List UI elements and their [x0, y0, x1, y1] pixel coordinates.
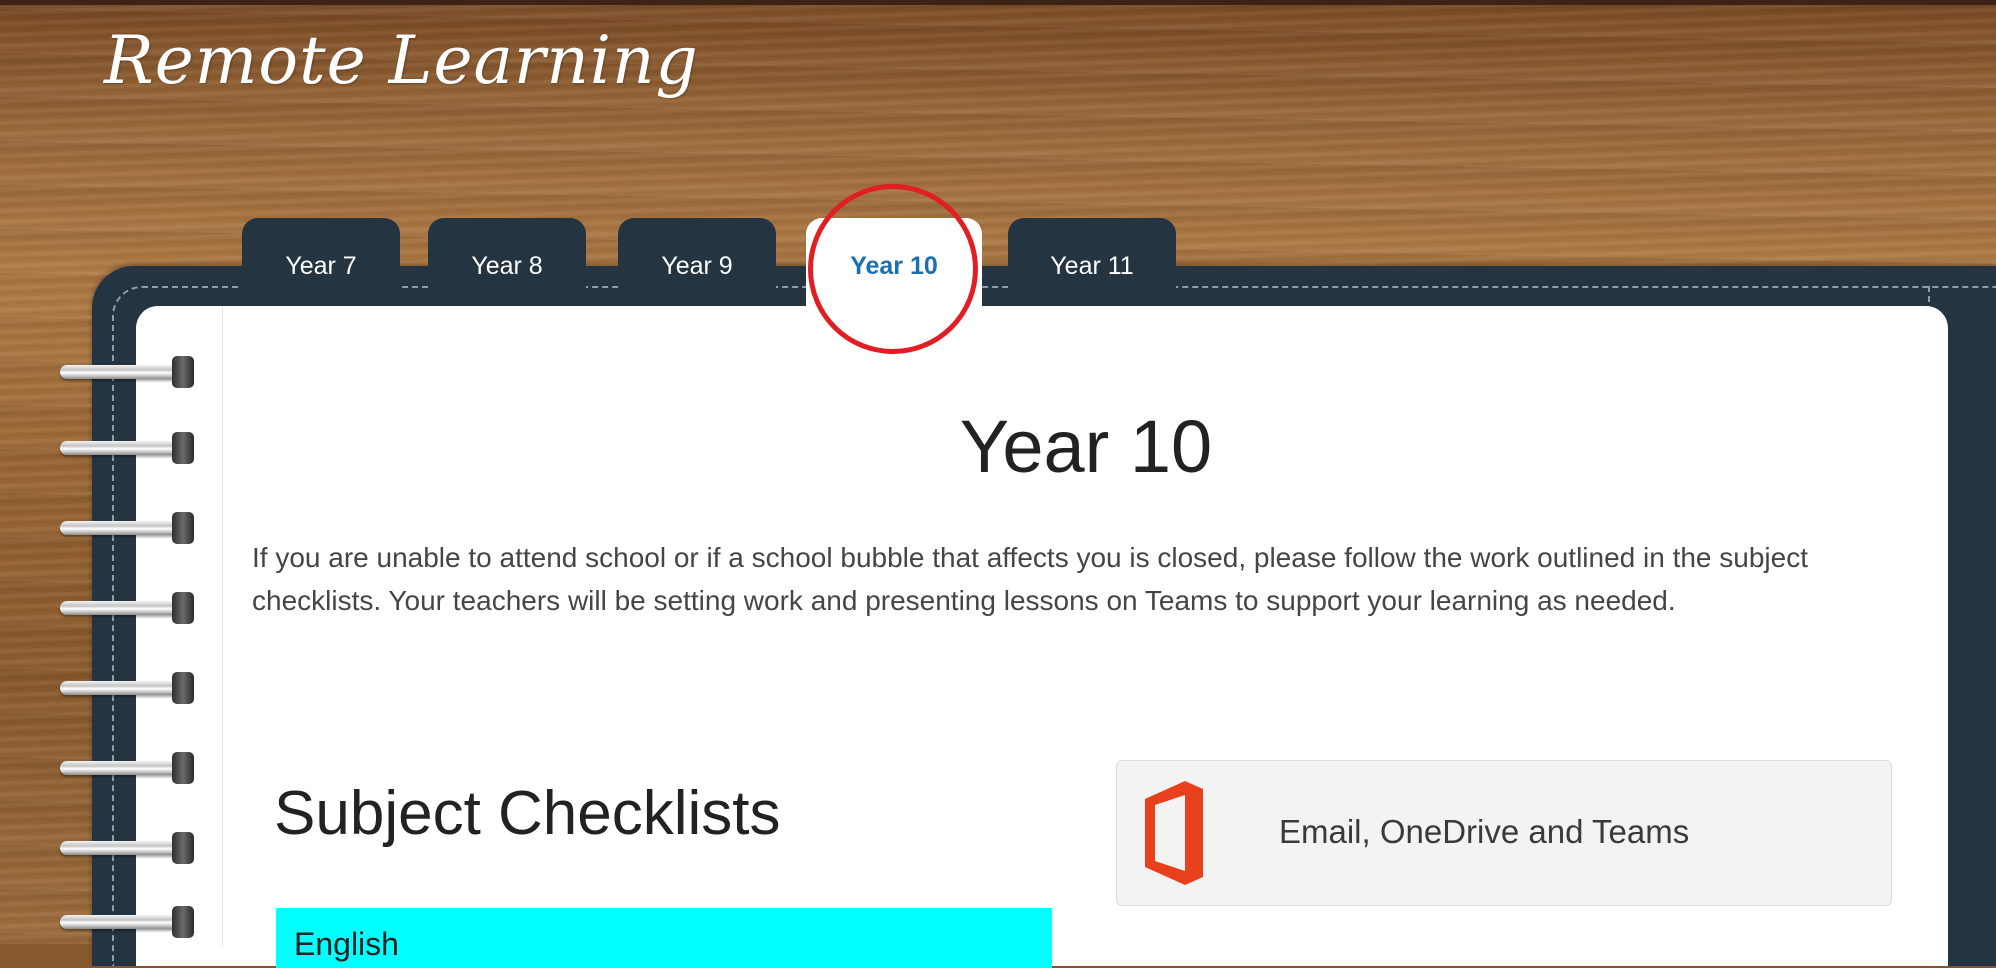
tab-year-7[interactable]: Year 7 [242, 218, 400, 308]
subject-english-label: English [294, 926, 399, 962]
office-icon [1145, 781, 1203, 885]
site-title: Remote Learning [104, 22, 699, 99]
spiral-ring [60, 672, 200, 704]
spiral-ring [60, 592, 200, 624]
spiral-ring [60, 906, 200, 938]
office-links-button[interactable]: Email, OneDrive and Teams [1116, 760, 1892, 906]
spiral-ring [60, 356, 200, 388]
tab-year-9[interactable]: Year 9 [618, 218, 776, 308]
top-edge [0, 0, 1996, 5]
tab-year-10[interactable]: Year 10 [806, 218, 982, 308]
subject-english-accordion[interactable]: English [276, 908, 1052, 968]
spiral-ring [60, 512, 200, 544]
intro-paragraph: If you are unable to attend school or if… [252, 542, 1808, 616]
spiral-ring [60, 832, 200, 864]
subject-checklists-heading: Subject Checklists [274, 779, 781, 848]
tab-year-8[interactable]: Year 8 [428, 218, 586, 308]
page-heading: Year 10 [959, 405, 1213, 488]
office-links-label: Email, OneDrive and Teams [1279, 813, 1690, 850]
page-margin-line [222, 306, 223, 946]
tab-year-11[interactable]: Year 11 [1008, 218, 1176, 308]
spiral-ring [60, 752, 200, 784]
